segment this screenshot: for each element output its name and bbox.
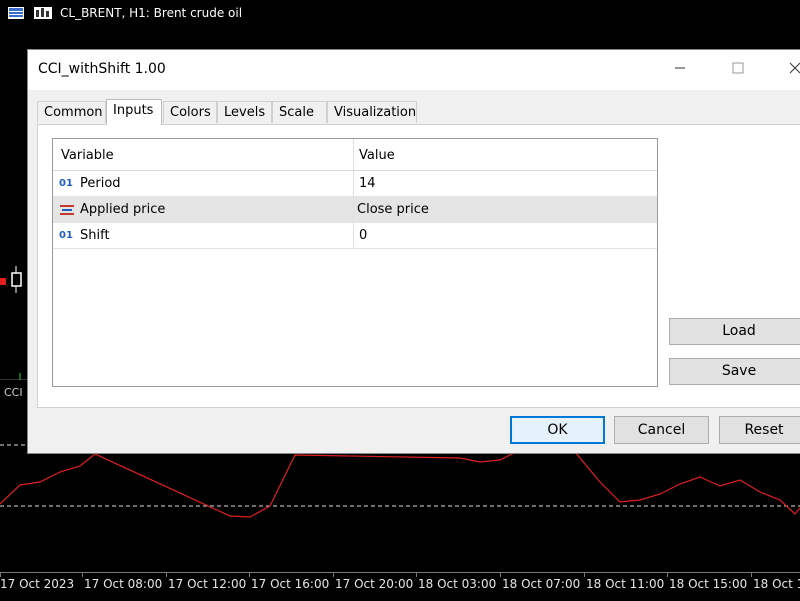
save-button[interactable]: Save <box>669 358 800 385</box>
grid-header: Variable Value <box>53 139 657 171</box>
time-label: 17 Oct 12:00 <box>168 577 247 591</box>
tab-scale[interactable]: Scale <box>272 101 327 123</box>
tab-inputs[interactable]: Inputs <box>106 99 162 125</box>
dialog-title: CCI_withShift 1.00 <box>38 61 166 77</box>
applied-price-icon <box>59 204 75 216</box>
reset-button[interactable]: Reset <box>719 416 800 444</box>
tab-common[interactable]: Common <box>37 101 106 123</box>
time-label: 17 Oct 20:00 <box>335 577 414 591</box>
time-label: 18 Oct 19:00 <box>753 577 800 591</box>
param-value[interactable]: 0 <box>359 223 367 248</box>
header-variable[interactable]: Variable <box>61 139 114 170</box>
tab-colors[interactable]: Colors <box>163 101 217 123</box>
param-name: Period <box>80 176 121 191</box>
time-label: 18 Oct 15:00 <box>669 577 748 591</box>
time-label: 18 Oct 11:00 <box>586 577 665 591</box>
candle-marker <box>0 266 22 293</box>
tab-levels[interactable]: Levels <box>217 101 272 123</box>
table-row[interactable]: 01 Period 14 <box>53 171 657 197</box>
cancel-button[interactable]: Cancel <box>614 416 709 444</box>
tab-visualization[interactable]: Visualization <box>327 101 417 123</box>
inputs-grid: Variable Value 01 Period 14 Applied pric… <box>52 138 658 387</box>
time-label: 17 Oct 2023 <box>0 577 75 591</box>
time-axis: 17 Oct 2023 17 Oct 08:00 17 Oct 12:00 17… <box>0 572 800 601</box>
load-button[interactable]: Load <box>669 318 800 345</box>
param-value[interactable]: 14 <box>359 171 376 196</box>
indicator-properties-dialog: CCI_withShift 1.00 Common Inputs Colors … <box>27 49 800 454</box>
table-row[interactable]: Applied price Close price <box>53 197 657 223</box>
time-label: 17 Oct 16:00 <box>251 577 330 591</box>
time-label: 18 Oct 07:00 <box>502 577 581 591</box>
time-label: 18 Oct 03:00 <box>418 577 497 591</box>
int-param-icon: 01 <box>59 230 73 241</box>
cci-line <box>0 449 800 518</box>
dialog-title-bar[interactable]: CCI_withShift 1.00 <box>28 50 800 90</box>
maximize-icon[interactable] <box>726 58 750 82</box>
header-value[interactable]: Value <box>359 139 395 170</box>
table-row[interactable]: 01 Shift 0 <box>53 223 657 249</box>
param-name: Applied price <box>80 202 166 217</box>
minimize-icon[interactable] <box>668 58 692 82</box>
close-icon[interactable] <box>783 58 800 82</box>
ok-button[interactable]: OK <box>510 416 605 444</box>
param-value[interactable]: Close price <box>357 197 429 222</box>
param-name: Shift <box>80 228 110 243</box>
int-param-icon: 01 <box>59 178 73 189</box>
time-label: 17 Oct 08:00 <box>84 577 163 591</box>
